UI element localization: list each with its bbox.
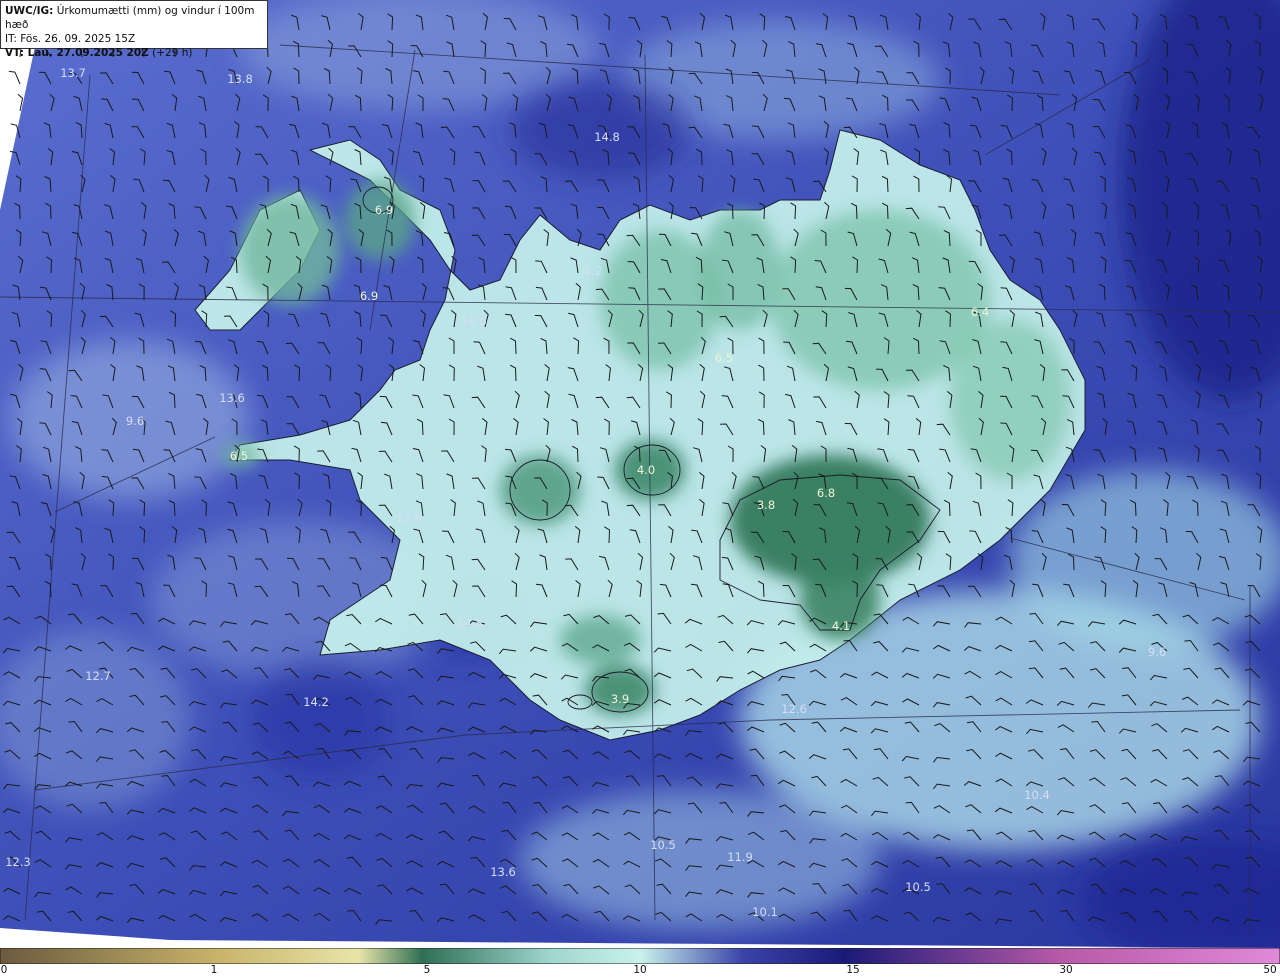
init-time: IT: Fös. 26. 09. 2025 15Z (5, 33, 136, 45)
value-label: 9.6 (125, 414, 145, 428)
colorbar-tick: 50 (1263, 964, 1277, 976)
map-header: UWC/IG: Úrkomumætti (mm) og vindur í 100… (0, 0, 268, 59)
map-figure: UWC/IG: Úrkomumætti (mm) og vindur í 100… (0, 0, 1280, 978)
value-label: 10.5 (905, 880, 931, 894)
value-label: 6.5 (229, 449, 249, 463)
value-label: 10.1 (752, 905, 778, 919)
valid-time: VT: Lau. 27.09.2025 20Z (5, 47, 149, 59)
colorbar-tick: 10 (633, 964, 647, 976)
value-label: 14.2 (303, 695, 329, 709)
value-label: 13.6 (396, 511, 422, 525)
value-label: 6.9 (374, 203, 394, 217)
title-model: UWC/IG: (5, 5, 54, 17)
value-label: 13.8 (227, 72, 253, 86)
value-label: 6.8 (816, 486, 836, 500)
value-label: 4.2 (583, 264, 603, 278)
colorbar-tick: 15 (846, 964, 860, 976)
value-label: 6.9 (359, 289, 379, 303)
value-label: 3.8 (756, 498, 776, 512)
colorbar (0, 948, 1280, 964)
value-label: 6.5 (714, 351, 734, 365)
value-label: 10.4 (1024, 788, 1050, 802)
colorbar-tick: 0 (0, 964, 8, 976)
colorbar-tick: 5 (423, 964, 431, 976)
value-label: 9.6 (1147, 645, 1167, 659)
value-label: 6.4 (970, 305, 990, 319)
value-label: 10.5 (650, 838, 676, 852)
colorbar-tick: 30 (1059, 964, 1073, 976)
value-label: 4.1 (831, 619, 851, 633)
value-label: 14.8 (594, 130, 620, 144)
value-label: 13.6 (219, 391, 245, 405)
colorbar-tick: 1 (210, 964, 218, 976)
lead-time: (+29 h) (148, 47, 193, 59)
valid-time-line: VT: Lau. 27.09.2025 20Z (+29 h) (5, 46, 263, 60)
value-label: 13.6 (490, 865, 516, 879)
value-label: 14.6 (461, 314, 487, 328)
value-label: 12.3 (5, 855, 31, 869)
value-label: 13.7 (60, 66, 86, 80)
value-label: 11.9 (727, 850, 753, 864)
value-label: 4.0 (636, 463, 656, 477)
value-label: 12.6 (781, 702, 807, 716)
title-line: UWC/IG: Úrkomumætti (mm) og vindur í 100… (5, 4, 263, 32)
value-label: 3.9 (610, 692, 630, 706)
value-label: 12.7 (85, 669, 111, 683)
value-label: 14.8 (457, 616, 483, 630)
